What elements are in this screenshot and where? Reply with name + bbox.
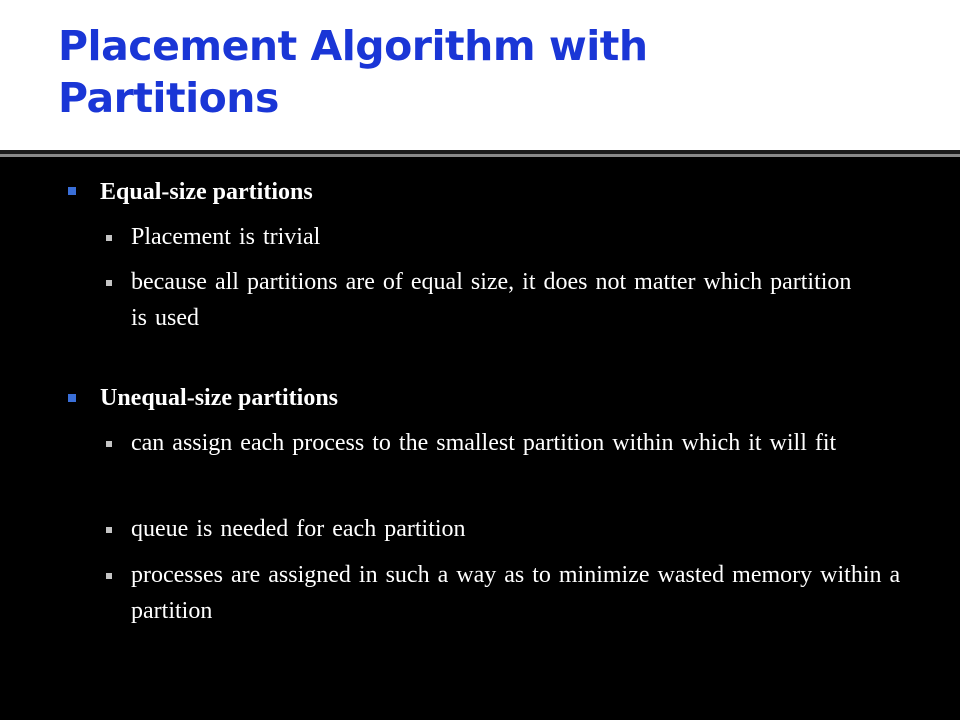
- small-square-bullet-icon: [106, 235, 112, 241]
- square-bullet-icon: [68, 394, 76, 402]
- small-square-bullet-icon: [106, 280, 112, 286]
- section-heading-unequal-size: Unequal-size partitions: [100, 385, 339, 411]
- small-square-bullet-icon: [106, 527, 112, 533]
- slide: Placement Algorithm with Partitions Equa…: [0, 0, 960, 720]
- bullet-item: can assign each process to the smallest …: [131, 430, 837, 456]
- bullet-item: because all partitions are of equal size…: [131, 269, 852, 331]
- bullet-item: processes are assigned in such a way as …: [131, 562, 901, 624]
- section-heading-equal-size: Equal-size partitions: [100, 179, 313, 205]
- slide-body: Equal-size partitions Placement is trivi…: [0, 0, 960, 720]
- small-square-bullet-icon: [106, 441, 112, 447]
- bullet-item: queue is needed for each partition: [131, 516, 466, 542]
- square-bullet-icon: [68, 187, 76, 195]
- small-square-bullet-icon: [106, 573, 112, 579]
- bullet-item: Placement is trivial: [131, 224, 321, 250]
